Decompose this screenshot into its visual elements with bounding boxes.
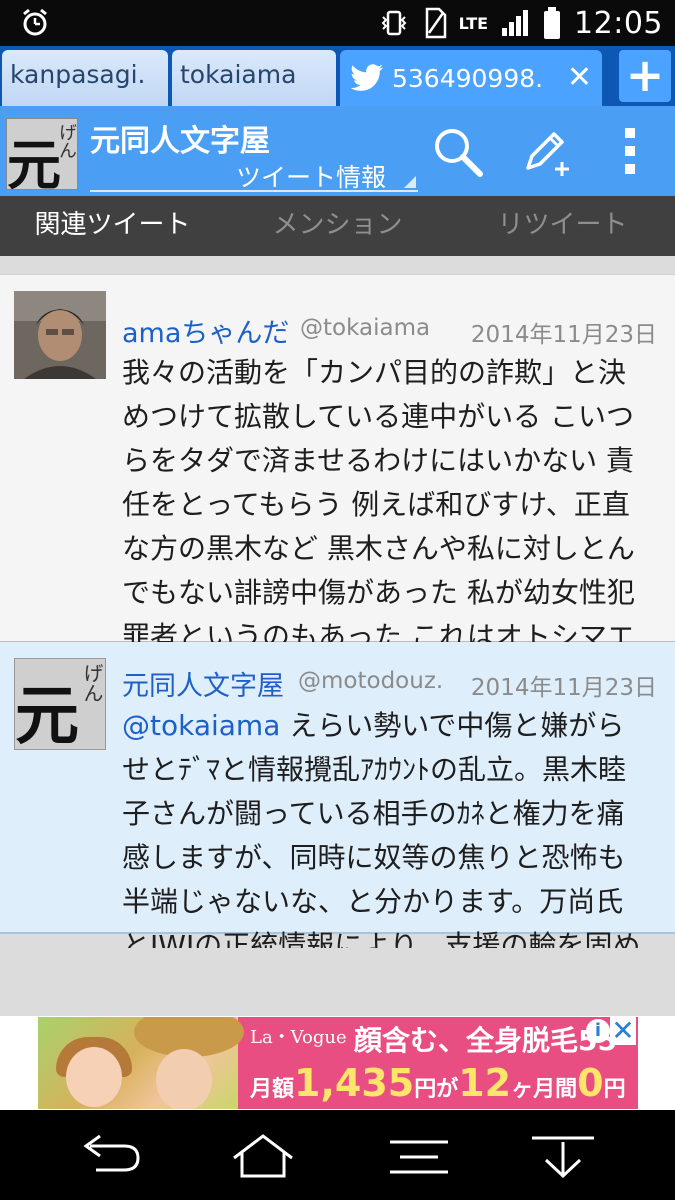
tweet-item[interactable]: amaちゃんだ @tokaiama 2014年11月23日 我々の活動を「カンパ…	[0, 274, 675, 697]
overflow-menu-icon[interactable]	[603, 124, 659, 180]
menu-icon[interactable]	[384, 1132, 454, 1182]
status-bar: LTE 12:05	[0, 0, 675, 46]
tweet-date: 2014年11月23日	[470, 322, 657, 348]
ad-image	[38, 1017, 244, 1109]
avatar-small-text: げん	[80, 663, 104, 703]
list-spacer	[0, 256, 675, 274]
account-name: 元同人文字屋	[90, 124, 270, 159]
ad-brand: La・Vogue	[250, 1027, 347, 1048]
ad-info-icon[interactable]: i	[586, 1019, 610, 1043]
ad-price-mid: 円が	[414, 1077, 459, 1102]
ad-close-icon[interactable]: ✕	[610, 1017, 636, 1045]
tweet-list: amaちゃんだ @tokaiama 2014年11月23日 我々の活動を「カンパ…	[0, 256, 675, 1016]
ad-yen: 円	[603, 1077, 626, 1102]
search-icon[interactable]	[430, 124, 486, 180]
navigation-bar	[0, 1110, 675, 1200]
twitter-bird-icon	[350, 64, 384, 91]
no-sim-icon	[425, 7, 446, 39]
tab-active-tweet[interactable]: 536490998. ✕	[340, 50, 602, 106]
user-avatar[interactable]	[14, 291, 106, 379]
signal-icon	[502, 10, 529, 36]
ad-headline: 顔含む、全身脱毛55	[354, 1024, 617, 1057]
tab-kanpasagi[interactable]: kanpasagi.	[2, 50, 168, 106]
ad-price-prefix: 月額	[250, 1077, 295, 1102]
ad-content[interactable]: La・Vogue 顔含む、全身脱毛55 月額1,435円が12ヶ月間0円 i ✕	[38, 1017, 638, 1109]
account-avatar[interactable]: 元 げん	[6, 118, 78, 190]
ad-zero: 0	[577, 1061, 604, 1105]
avatar-glyph: 元	[15, 679, 79, 750]
subtab-bar: 関連ツイート メンション リツイート	[0, 196, 675, 256]
ad-months-suffix: ヶ月間	[511, 1077, 578, 1102]
tweet-date: 2014年11月23日	[470, 675, 657, 701]
tab-related-tweets[interactable]: 関連ツイート	[0, 196, 225, 256]
list-empty-area	[0, 948, 675, 1016]
tab-bar: kanpasagi. tokaiama 536490998. ✕ +	[0, 46, 675, 106]
view-selector[interactable]: ツイート情報	[90, 156, 418, 192]
tweet-author-name[interactable]: amaちゃんだ	[122, 311, 289, 350]
tweet-author-handle[interactable]: @motodouz.	[298, 668, 443, 694]
ad-banner[interactable]: La・Vogue 顔含む、全身脱毛55 月額1,435円が12ヶ月間0円 i ✕	[0, 1016, 675, 1110]
tweet-author-name[interactable]: 元同人文字屋	[122, 664, 284, 703]
view-label: ツイート情報	[236, 163, 387, 192]
tab-retweets[interactable]: リツイート	[450, 196, 675, 256]
tab-label: tokaiama	[180, 60, 297, 89]
vibrate-icon	[381, 10, 407, 36]
clock: 12:05	[574, 5, 663, 41]
tab-mentions[interactable]: メンション	[225, 196, 450, 256]
close-tab-icon[interactable]: ✕	[567, 63, 592, 93]
avatar-small-text: げん	[56, 123, 77, 159]
network-type: LTE	[458, 13, 489, 33]
battery-icon	[544, 7, 561, 39]
mention-link[interactable]: @tokaiama	[122, 709, 280, 742]
back-icon[interactable]	[76, 1132, 146, 1182]
new-tab-button[interactable]: +	[619, 50, 671, 102]
alarm-icon	[23, 8, 47, 36]
compose-icon[interactable]	[518, 124, 574, 180]
home-icon[interactable]	[228, 1132, 298, 1182]
tab-label: 536490998.	[392, 63, 544, 93]
ad-price-value: 1,435	[294, 1061, 415, 1105]
ad-price: 月額1,435円が12ヶ月間0円	[250, 1061, 626, 1105]
tweet-author-handle[interactable]: @tokaiama	[300, 315, 430, 341]
action-bar: 元 げん 元同人文字屋 ツイート情報	[0, 106, 675, 196]
ad-months: 12	[458, 1061, 512, 1105]
notification-shade-icon[interactable]	[528, 1132, 598, 1182]
tab-tokaiama[interactable]: tokaiama	[172, 50, 336, 106]
tab-label: kanpasagi.	[10, 60, 146, 89]
tweet-item[interactable]: 元 げん 元同人文字屋 @motodouz. 2014年11月23日 @toka…	[0, 642, 675, 1006]
dropdown-triangle-icon	[404, 176, 416, 188]
user-avatar[interactable]: 元 げん	[14, 658, 106, 750]
